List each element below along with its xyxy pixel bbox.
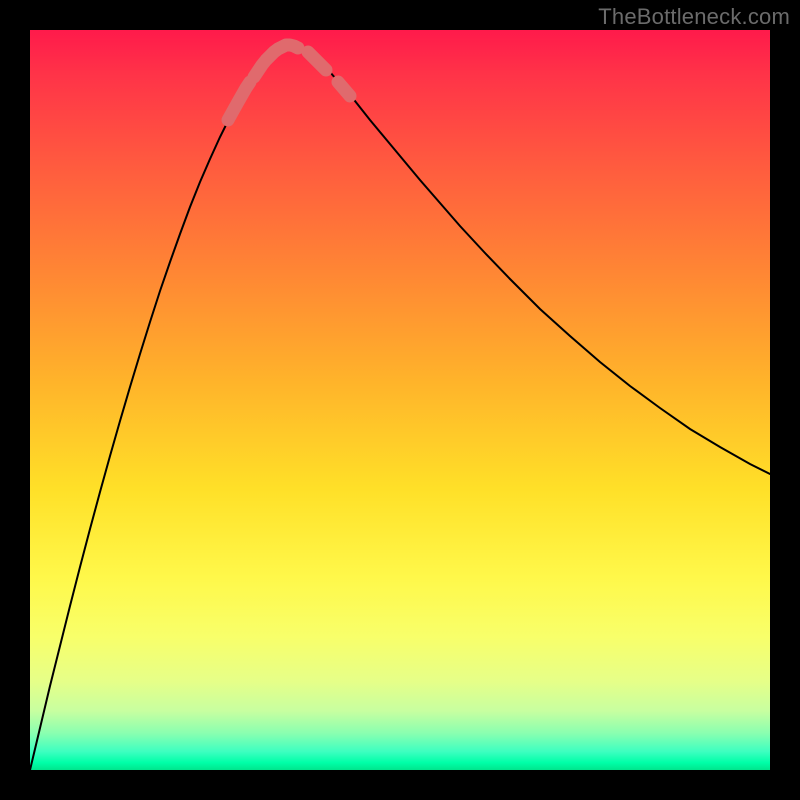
highlight-segment <box>338 82 350 96</box>
plot-area <box>30 30 770 770</box>
highlight-segment <box>228 82 250 120</box>
highlight-segment <box>308 52 326 70</box>
watermark-text: TheBottleneck.com <box>598 4 790 30</box>
plot-svg <box>30 30 770 770</box>
highlight-segment <box>254 45 298 77</box>
bottleneck-curve <box>30 45 770 770</box>
chart-stage: TheBottleneck.com <box>0 0 800 800</box>
highlight-segments <box>228 45 350 120</box>
